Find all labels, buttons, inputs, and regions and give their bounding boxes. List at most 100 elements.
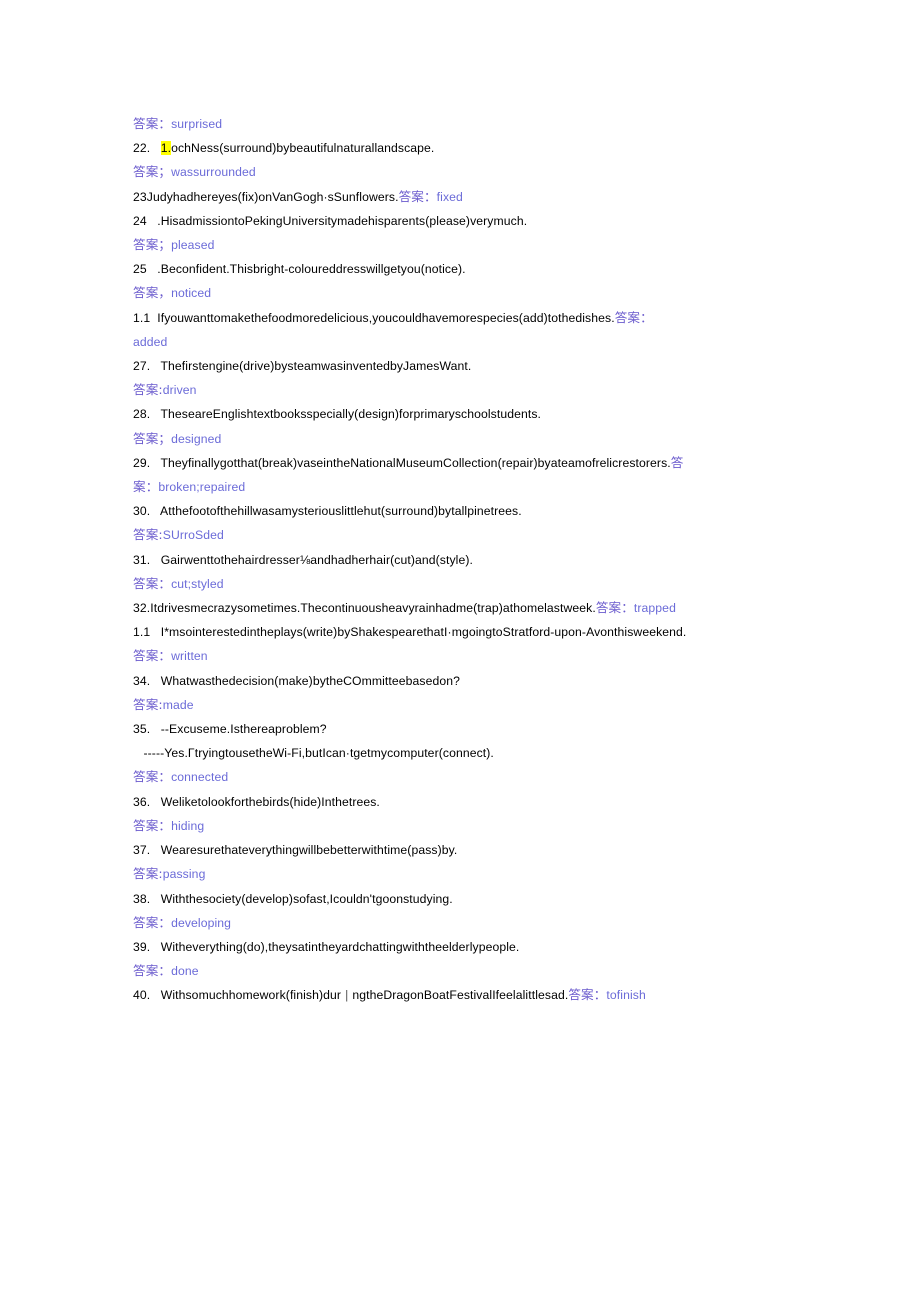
answer-line: 答案：connected (133, 765, 813, 789)
answer-label: 答案： (133, 116, 172, 131)
answer-value: surprised (171, 117, 223, 131)
answer-value: tofinish (606, 988, 646, 1003)
question-text: .Beconfident.Thisbright-coloureddresswil… (157, 262, 466, 277)
question-line-25: 25 .Beconfident.Thisbright-coloureddress… (133, 257, 813, 281)
answer-continuation: 案：broken;repaired (133, 475, 813, 499)
question-number: 22. (133, 141, 151, 156)
question-text: 32.Itdrivesmecrazysometimes.Thecontinuou… (133, 601, 596, 616)
answer-line: 答案：surprised (133, 112, 813, 136)
answer-value: SUrroSded (162, 528, 224, 543)
answer-value: wassurrounded (171, 165, 256, 180)
question-number: 40. (133, 988, 151, 1003)
question-line-36: 36. Weliketolookforthebirds(hide)Inthetr… (133, 790, 813, 814)
question-line-32: 32.Itdrivesmecrazysometimes.Thecontinuou… (133, 596, 813, 620)
question-line-38: 38. Withthesociety(develop)sofast,Icould… (133, 887, 813, 911)
answer-line: 答案；pleased (133, 233, 813, 257)
question-text-part-b: ngtheDragonBoatFestivalIfeelalittlesad. (352, 988, 569, 1003)
question-line-40: 40. Withsomuchhomework(finish)dur | ngtheD… (133, 983, 813, 1007)
question-number: 35. (133, 722, 151, 737)
answer-value: passing (162, 867, 206, 882)
question-number: 39. (133, 939, 151, 954)
question-line-24: 24 .HisadmissiontoPekingUniversitymadehi… (133, 209, 813, 233)
answer-label: 答案： (133, 769, 172, 785)
answer-value: trapped (633, 601, 676, 616)
question-line-30: 30. Atthefootofthehillwasamysteriouslitt… (133, 499, 813, 523)
answer-line: 答案:passing (133, 862, 813, 886)
question-number: 25 (133, 262, 147, 277)
answer-line: 答案；designed (133, 427, 813, 451)
question-text: Gairwenttothehairdresser⅛andhadherhair(c… (160, 552, 473, 567)
answer-value: written (171, 649, 208, 664)
answer-line: 答案；wassurrounded (133, 160, 813, 184)
question-text: ochNess(surround)bybeautifulnaturallands… (171, 141, 435, 156)
question-line-22: 22. 1.ochNess(surround)bybeautifulnatura… (133, 136, 813, 160)
answer-value: developing (171, 915, 232, 930)
question-text: Theyfinallygotthat(break)vaseintheNation… (160, 455, 671, 470)
question-line-28: 28. TheseareEnglishtextbooksspecially(de… (133, 402, 813, 426)
question-line-31: 31. Gairwenttothehairdresser⅛andhadherha… (133, 548, 813, 572)
answer-value: hiding (171, 818, 205, 833)
question-line-35-reply: -----Yes.ΓtryingtousetheWi-Fi,butIcan·tg… (133, 741, 813, 765)
answer-value: pleased (171, 238, 215, 253)
question-line-26: 1.1 Ifyouwanttomakethefoodmoredelicious,… (133, 306, 813, 330)
answer-line: 答案：written (133, 644, 813, 668)
answer-line: 答案：hiding (133, 814, 813, 838)
question-text: Atthefootofthehillwasamysteriouslittlehu… (160, 504, 522, 519)
question-text: -----Yes.ΓtryingtousetheWi-Fi,butIcan·tg… (143, 746, 494, 761)
question-number: 1.1 (133, 310, 151, 325)
answer-label-head: 答 (670, 454, 684, 470)
question-number: 31. (133, 552, 151, 567)
answer-value: noticed (171, 286, 212, 301)
answer-line: 答案：cut;styled (133, 572, 813, 596)
question-text: Ifyouwanttomakethefoodmoredelicious,youc… (157, 310, 615, 325)
answer-label: 答案： (595, 600, 634, 616)
question-number: 29. (133, 455, 151, 470)
question-text: Thefirstengine(drive)bysteamwasinventedb… (160, 359, 472, 374)
answer-label: 答案， (133, 285, 172, 301)
question-line-33: 1.1 I*msointerestedintheplays(write)bySh… (133, 620, 813, 644)
answer-line: 答案：developing (133, 911, 813, 935)
question-text: 23Judyhadhereyes(fix)onVanGogh·sSunflowe… (133, 189, 399, 204)
question-text: Wearesurethateverythingwillbebetterwitht… (160, 843, 458, 858)
exercise-answer-list: 答案：surprised 22. 1.ochNess(surround)bybe… (133, 112, 813, 1008)
question-line-37: 37. Wearesurethateverythingwillbebetterw… (133, 838, 813, 862)
question-text: Withthesociety(develop)sofast,Icouldn'tg… (160, 891, 453, 906)
question-text: .HisadmissiontoPekingUniversitymadehispa… (157, 213, 528, 228)
question-number: 37. (133, 843, 151, 858)
answer-line: 答案，noticed (133, 281, 813, 305)
answer-value: driven (162, 383, 197, 398)
answer-value: designed (171, 431, 222, 446)
answer-value: broken;repaired (158, 480, 246, 495)
question-line-39: 39. Witheverything(do),theysatintheyardc… (133, 935, 813, 959)
question-text: I*msointerestedintheplays(write)byShakes… (160, 625, 687, 640)
highlighted-text: 1. (160, 141, 172, 156)
answer-line: 答案:made (133, 693, 813, 717)
question-number: 36. (133, 794, 151, 809)
answer-value: done (171, 964, 199, 979)
question-text-part-a: Withsomuchhomework(finish)dur (160, 988, 342, 1003)
answer-label: 答案： (398, 188, 437, 204)
question-number: 34. (133, 673, 151, 688)
question-line-27: 27. Thefirstengine(drive)bysteamwasinven… (133, 354, 813, 378)
answer-label: 答案： (133, 817, 172, 833)
answer-label: 答案； (133, 237, 172, 253)
question-text: TheseareEnglishtextbooksspecially(design… (160, 407, 542, 422)
answer-line: 答案:SUrroSded (133, 523, 813, 547)
answer-label: 答案: (133, 696, 163, 712)
answer-line: 答案:driven (133, 378, 813, 402)
answer-label: 答案: (133, 382, 163, 398)
question-line-34: 34. Whatwasthedecision(make)bytheCOmmitt… (133, 669, 813, 693)
answer-value: made (162, 697, 194, 712)
answer-label-tail: 案： (133, 479, 159, 495)
answer-label: 答案： (133, 914, 172, 930)
question-text: --Excuseme.Isthereaproblem? (160, 722, 327, 737)
question-line-23: 23Judyhadhereyes(fix)onVanGogh·sSunflowe… (133, 185, 813, 209)
answer-label: 答案： (568, 987, 607, 1003)
answer-label: 答案； (133, 430, 172, 446)
answer-line: 答案：done (133, 959, 813, 983)
question-line-29: 29. Theyfinallygotthat(break)vaseintheNa… (133, 451, 813, 475)
question-text: Whatwasthedecision(make)bytheCOmmitteeba… (160, 673, 460, 688)
answer-continuation: added (133, 330, 813, 354)
vertical-bar-artifact: | (345, 988, 349, 1003)
answer-label: 答案： (133, 963, 172, 979)
